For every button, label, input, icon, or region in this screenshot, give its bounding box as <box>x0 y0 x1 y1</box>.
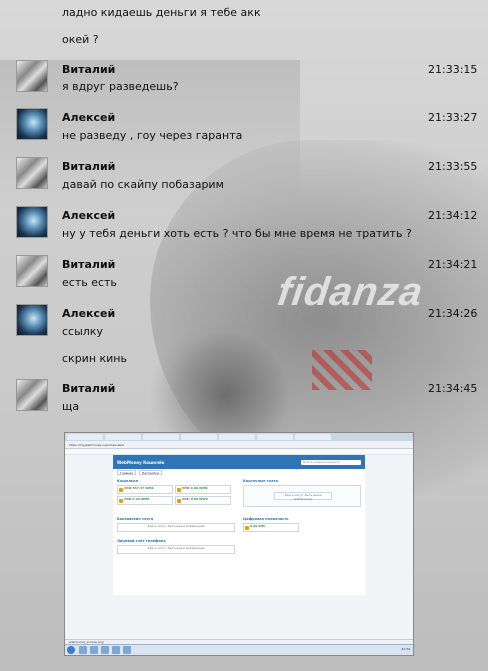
message-text: есть есть <box>62 276 117 289</box>
message-text: окей ? <box>62 33 99 46</box>
message-time: 21:33:15 <box>428 63 478 76</box>
background-red-mark <box>312 350 372 390</box>
wallet-amount: 0.00 WMR <box>190 486 208 490</box>
message-text: я вдруг разведешь? <box>62 80 179 93</box>
cards-box: Здесь могут быть ваши добавления <box>243 485 361 507</box>
taskbar-app-icon <box>101 646 109 654</box>
address-bar: https://my.webmoney.ru/purses.aspx <box>65 441 413 449</box>
browser-tab <box>105 434 141 440</box>
browser-tab <box>181 434 217 440</box>
add-bank-placeholder: Здесь могут быть ваши добавления <box>117 523 235 532</box>
section-cards: Карточные счета <box>243 479 278 483</box>
wallet-wmr: WMR 0.00 WMR <box>175 485 231 494</box>
browser-tab <box>67 434 103 440</box>
digital-amount: 0.00 WM <box>250 524 265 528</box>
webmoney-page: WebMoney Кошелёк Поиск корреспондента Гл… <box>113 455 365 595</box>
nav-home: Главная <box>117 470 136 475</box>
page-nav: Главная Настройки <box>113 469 365 476</box>
wallet-label: WMZ <box>124 486 132 490</box>
search-field: Поиск корреспондента <box>301 459 361 465</box>
digital-cash: 0.00 WM <box>243 523 299 532</box>
author-name[interactable]: Алексей <box>62 307 115 320</box>
section-bank: Банковские счета <box>117 517 154 521</box>
author-name[interactable]: Виталий <box>62 258 115 271</box>
add-phone-placeholder: Здесь могут быть ваши добавления <box>117 545 235 554</box>
add-card-placeholder: Здесь могут быть ваши добавления <box>274 492 332 501</box>
page-footer <box>113 599 365 611</box>
author-name[interactable]: Алексей <box>62 209 115 222</box>
browser-tab <box>295 434 331 440</box>
browser-tabs <box>65 433 413 441</box>
message-text: не разведу , гоу через гаранта <box>62 129 243 142</box>
message-text: ща <box>62 400 80 413</box>
avatar[interactable] <box>16 379 48 411</box>
message-time: 21:34:26 <box>428 307 478 320</box>
avatar[interactable] <box>16 206 48 238</box>
taskbar-app-icon <box>90 646 98 654</box>
avatar[interactable] <box>16 157 48 189</box>
message-text: ну у тебя деньги хоть есть ? что бы мне … <box>62 227 412 240</box>
avatar[interactable] <box>16 255 48 287</box>
message-text: ладно кидаешь деньги я тебе акк <box>62 6 261 19</box>
section-wallets: Кошельки <box>117 479 138 483</box>
nav-settings: Настройки <box>138 470 162 475</box>
author-name[interactable]: Алексей <box>62 111 115 124</box>
wallet-wmu: WMU 0.00 WMU <box>175 496 231 505</box>
wallet-label: WMU <box>182 497 190 501</box>
message-text: скрин кинь <box>62 352 127 365</box>
wallet-label: WMR <box>182 486 190 490</box>
taskbar-clock: 21:34 <box>401 647 410 651</box>
attached-screenshot[interactable]: https://my.webmoney.ru/purses.aspx WebMo… <box>64 432 414 656</box>
section-phone: Лицевой счёт телефона <box>117 539 166 543</box>
taskbar-app-icon <box>79 646 87 654</box>
webmoney-logo: WebMoney Кошелёк <box>117 459 165 465</box>
wallet-amount: 0.00 WME <box>132 497 150 501</box>
section-digital: Цифровая наличность <box>243 517 289 521</box>
message-time: 21:34:21 <box>428 258 478 271</box>
wallet-amount: 537.37 WMZ <box>132 486 154 490</box>
taskbar-app-icon <box>112 646 120 654</box>
taskbar-app-icon <box>123 646 131 654</box>
message-time: 21:34:45 <box>428 382 478 395</box>
browser-tab <box>257 434 293 440</box>
avatar[interactable] <box>16 304 48 336</box>
browser-tab <box>143 434 179 440</box>
webmoney-header: WebMoney Кошелёк Поиск корреспондента <box>113 455 365 469</box>
author-name[interactable]: Виталий <box>62 382 115 395</box>
message-text: ссылку <box>62 325 103 338</box>
wallet-amount: 0.00 WMU <box>190 497 208 501</box>
browser-tab <box>219 434 255 440</box>
message-text: давай по скайпу побазарим <box>62 178 224 191</box>
message-time: 21:33:27 <box>428 111 478 124</box>
background-brand-text: fidanza <box>274 270 426 314</box>
author-name[interactable]: Виталий <box>62 63 115 76</box>
taskbar: 21:34 <box>65 644 413 655</box>
author-name[interactable]: Виталий <box>62 160 115 173</box>
message-time: 21:33:55 <box>428 160 478 173</box>
wallet-label: WME <box>124 497 132 501</box>
message-time: 21:34:12 <box>428 209 478 222</box>
avatar[interactable] <box>16 108 48 140</box>
avatar[interactable] <box>16 60 48 92</box>
address-text: https://my.webmoney.ru/purses.aspx <box>69 442 125 447</box>
start-icon <box>67 646 75 654</box>
wallet-wmz: WMZ 537.37 WMZ <box>117 485 173 494</box>
wallet-wme: WME 0.00 WME <box>117 496 173 505</box>
